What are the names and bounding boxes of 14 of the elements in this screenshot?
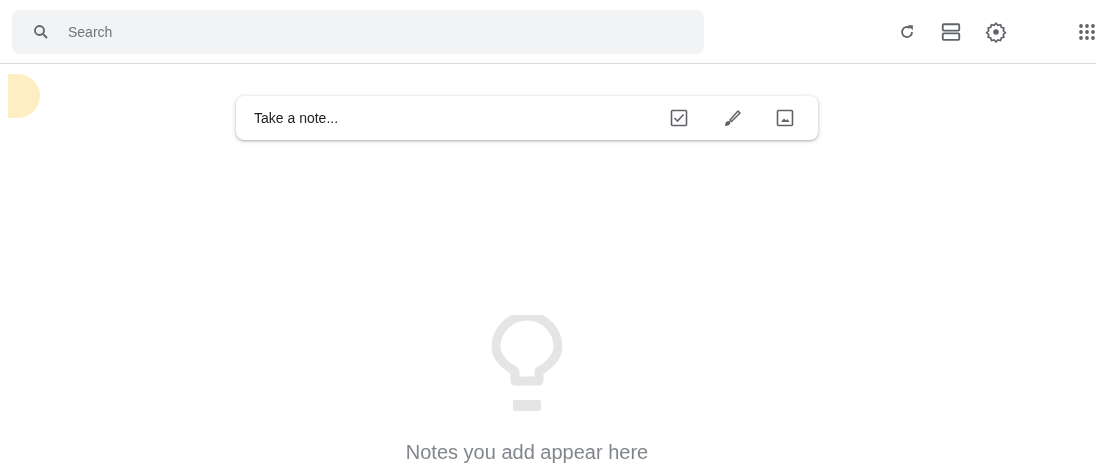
empty-state-message: Notes you add appear here — [405, 441, 649, 464]
settings-icon[interactable] — [985, 20, 1007, 43]
checkbox-icon[interactable] — [670, 109, 688, 127]
search-input[interactable]: Search — [66, 22, 704, 41]
search-bar[interactable]: Search — [12, 9, 704, 54]
sidebar-highlight — [8, 74, 40, 118]
lightbulb-icon — [491, 315, 563, 413]
search-icon — [32, 22, 50, 41]
image-icon[interactable] — [776, 109, 794, 127]
note-input[interactable]: Take a note... — [252, 109, 636, 127]
list-view-icon[interactable] — [940, 20, 962, 43]
note-composer[interactable]: Take a note... — [236, 96, 818, 140]
apps-icon[interactable] — [1078, 22, 1096, 41]
brush-icon[interactable] — [722, 108, 742, 128]
